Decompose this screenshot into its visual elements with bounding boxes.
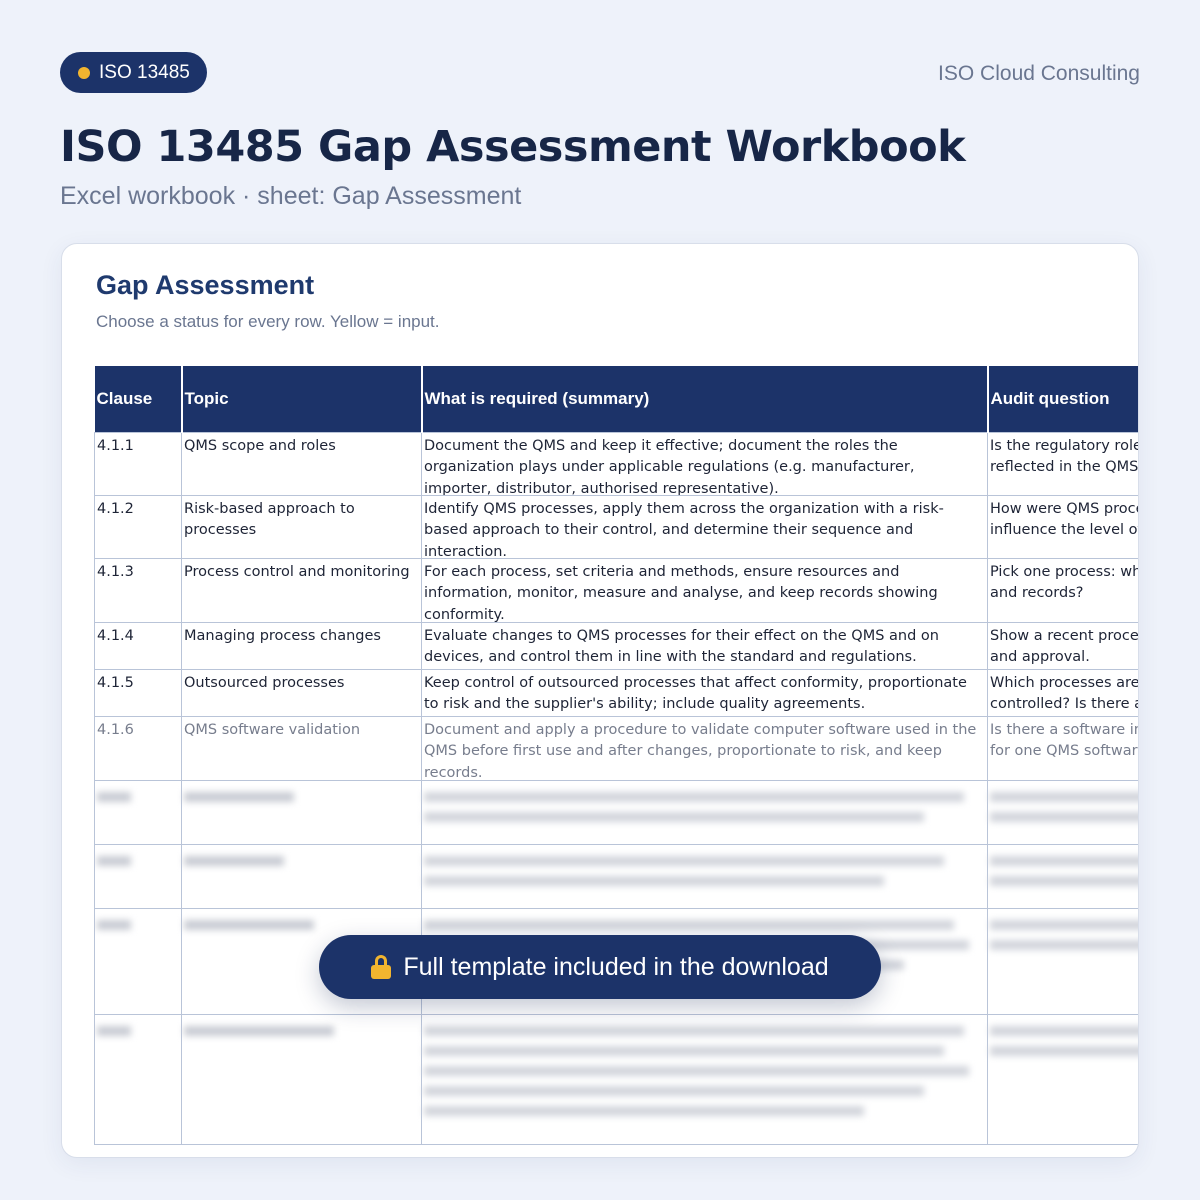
table-row: 4.1.6 QMS software validation Document a… <box>94 715 1139 781</box>
blurred-table-row <box>94 779 1138 845</box>
blurred-cell <box>421 1013 988 1145</box>
cell-required-text: Document the QMS and keep it effective; … <box>424 437 915 495</box>
download-lock-banner[interactable]: Full template included in the download <box>319 935 881 999</box>
sheet-preview-card: Gap Assessment Choose a status for every… <box>61 243 1139 1158</box>
cell-audit-question[interactable]: Is there a software in for one QMS softwa… <box>987 715 1139 781</box>
lock-icon <box>371 955 392 979</box>
cell-required[interactable]: For each process, set criteria and metho… <box>421 557 988 623</box>
cell-required-text: Identify QMS processes, apply them acros… <box>424 500 944 558</box>
cell-audit-question[interactable]: Which processes are controlled? Is there … <box>987 668 1139 717</box>
blurred-cell <box>987 907 1138 1015</box>
question-line: for one QMS softwar <box>990 743 1138 759</box>
column-header-clause[interactable]: Clause <box>94 366 183 432</box>
lock-banner-label: Full template included in the download <box>403 952 829 981</box>
question-line: Pick one process: wh <box>990 563 1139 580</box>
blurred-cell <box>94 1013 182 1145</box>
table-row: 4.1.2 Risk-based approach to processes I… <box>94 494 1139 559</box>
cell-required-text: Document and apply a procedure to valida… <box>424 721 977 780</box>
badge-dot-icon <box>78 66 90 79</box>
cell-topic[interactable]: Risk-based approach to processes <box>181 494 422 559</box>
blurred-cell <box>94 907 182 1015</box>
column-header-required[interactable]: What is required (summary) <box>421 366 989 432</box>
column-header-topic[interactable]: Topic <box>181 366 423 432</box>
gap-assessment-table: Clause Topic What is required (summary) … <box>94 366 1139 1145</box>
cell-topic[interactable]: Managing process changes <box>181 621 422 670</box>
page-subtitle: Excel workbook · sheet: Gap Assessment <box>60 182 522 210</box>
cell-topic[interactable]: Process control and monitoring <box>181 557 422 623</box>
cell-clause[interactable]: 4.1.2 <box>94 494 182 559</box>
cell-audit-question[interactable]: How were QMS proce influence the level of <box>987 494 1139 559</box>
question-line: Is there a software in <box>990 721 1139 738</box>
cell-required[interactable]: Document and apply a procedure to valida… <box>421 715 988 781</box>
cell-required[interactable]: Document the QMS and keep it effective; … <box>421 431 988 496</box>
cell-clause[interactable]: 4.1.3 <box>94 557 182 623</box>
question-line: Which processes are <box>990 674 1139 691</box>
table-row: 4.1.3 Process control and monitoring For… <box>94 557 1139 623</box>
question-line: reflected in the QMS <box>990 459 1139 475</box>
question-line: Show a recent proces <box>990 627 1139 644</box>
question-line: How were QMS proce <box>990 500 1139 517</box>
blurred-cell <box>421 779 988 845</box>
badge-label: ISO 13485 <box>99 61 190 83</box>
table-row: 4.1.1 QMS scope and roles Document the Q… <box>94 431 1139 496</box>
table-header-row: Clause Topic What is required (summary) … <box>94 366 1138 432</box>
cell-audit-question[interactable]: Pick one process: wh and records? <box>987 557 1139 623</box>
cell-topic[interactable]: QMS software validation <box>181 715 422 781</box>
cell-clause[interactable]: 4.1.4 <box>94 621 182 670</box>
question-line: and approval. <box>990 649 1090 665</box>
cell-required-text: For each process, set criteria and metho… <box>424 563 938 622</box>
cell-required-text: Evaluate changes to QMS processes for th… <box>424 627 939 664</box>
iso-badge: ISO 13485 <box>60 52 207 93</box>
cell-required-text: Keep control of outsourced processes tha… <box>424 674 967 711</box>
column-header-audit-question[interactable]: Audit question <box>987 366 1138 432</box>
blurred-cell <box>987 843 1138 909</box>
cell-required[interactable]: Evaluate changes to QMS processes for th… <box>421 621 988 670</box>
cell-audit-question[interactable]: Is the regulatory role reflected in the Q… <box>987 431 1139 496</box>
blurred-cell <box>181 779 422 845</box>
gap-assessment-table-wrap: Clause Topic What is required (summary) … <box>94 366 1139 1156</box>
question-line: influence the level of <box>990 522 1139 538</box>
page-title: ISO 13485 Gap Assessment Workbook <box>60 122 966 172</box>
cell-topic[interactable]: QMS scope and roles <box>181 431 422 496</box>
cell-required[interactable]: Identify QMS processes, apply them acros… <box>421 494 988 559</box>
blurred-table-row <box>94 843 1138 909</box>
blurred-table-row <box>94 1013 1138 1145</box>
cell-clause[interactable]: 4.1.1 <box>94 431 182 496</box>
blurred-cell <box>421 843 988 909</box>
question-line: Is the regulatory role <box>990 437 1139 454</box>
question-line: and records? <box>990 585 1084 601</box>
table-row: 4.1.5 Outsourced processes Keep control … <box>94 668 1139 717</box>
blurred-cell <box>94 843 182 909</box>
cell-audit-question[interactable]: Show a recent proces and approval. <box>987 621 1139 670</box>
cell-required[interactable]: Keep control of outsourced processes tha… <box>421 668 988 717</box>
cell-topic[interactable]: Outsourced processes <box>181 668 422 717</box>
sheet-title: Gap Assessment <box>96 270 315 300</box>
blurred-cell <box>94 779 182 845</box>
blurred-cell <box>181 1013 422 1145</box>
blurred-cell <box>987 1013 1138 1145</box>
blurred-cell <box>987 779 1138 845</box>
question-line: controlled? Is there a <box>990 696 1139 712</box>
sheet-note: Choose a status for every row. Yellow = … <box>96 312 440 331</box>
table-row: 4.1.4 Managing process changes Evaluate … <box>94 621 1139 670</box>
brand-name: ISO Cloud Consulting <box>938 62 1140 85</box>
blurred-cell <box>181 843 422 909</box>
cell-clause[interactable]: 4.1.6 <box>94 715 182 781</box>
cell-clause[interactable]: 4.1.5 <box>94 668 182 717</box>
